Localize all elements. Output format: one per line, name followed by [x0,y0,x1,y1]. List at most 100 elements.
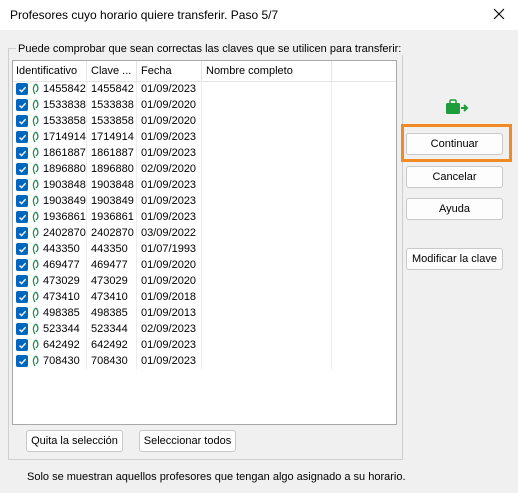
table-row[interactable]: 443350 443350 01/07/1993 [13,241,396,257]
table-row[interactable]: 1896880 1896880 02/09/2020 [13,161,396,177]
table-row[interactable]: 469477 469477 01/09/2020 [13,257,396,273]
column-header-nombre[interactable]: Nombre completo [202,61,332,81]
row-checkbox[interactable] [16,211,28,223]
cell-nombre [202,177,332,193]
table-row[interactable]: 473410 473410 01/09/2018 [13,289,396,305]
cell-identificativo: 1903848 [13,177,87,193]
cell-fecha: 02/09/2020 [137,161,202,177]
table-row[interactable]: 1903849 1903849 01/09/2023 [13,193,396,209]
row-checkbox[interactable] [16,83,28,95]
cell-fecha: 01/07/1993 [137,241,202,257]
row-checkbox[interactable] [16,323,28,335]
row-checkbox[interactable] [16,147,28,159]
identificativo-text: 1903848 [43,179,86,191]
cell-clave: 1714914 [87,129,137,145]
cell-fecha: 01/09/2020 [137,97,202,113]
leaf-icon [31,195,40,207]
row-checkbox[interactable] [16,339,28,351]
cell-fecha: 01/09/2018 [137,289,202,305]
cell-nombre [202,193,332,209]
row-checkbox[interactable] [16,355,28,367]
row-checkbox[interactable] [16,163,28,175]
row-checkbox[interactable] [16,259,28,271]
identificativo-text: 473029 [43,275,80,287]
cell-clave: 473410 [87,289,137,305]
cell-fecha: 01/09/2023 [137,145,202,161]
row-checkbox[interactable] [16,195,28,207]
cell-identificativo: 498385 [13,305,87,321]
cell-nombre [202,97,332,113]
column-header-identificativo[interactable]: Identificativo [13,61,87,81]
footer-note: Solo se muestran aquellos profesores que… [27,471,406,483]
identificativo-text: 708430 [43,355,80,367]
list-rows: 1455842 1455842 01/09/2023 1533838 1533838 01… [13,81,396,369]
cell-nombre [202,337,332,353]
table-row[interactable]: 523344 523344 02/09/2023 [13,321,396,337]
identificativo-text: 1533838 [43,99,86,111]
leaf-icon [31,339,40,351]
cell-identificativo: 708430 [13,353,87,369]
row-checkbox[interactable] [16,307,28,319]
table-row[interactable]: 708430 708430 01/09/2023 [13,353,396,369]
table-row[interactable]: 2402870 2402870 03/09/2022 [13,225,396,241]
leaf-icon [31,211,40,223]
close-icon[interactable] [490,5,508,23]
cell-clave: 1455842 [87,81,137,97]
cell-nombre [202,353,332,369]
column-header-fecha[interactable]: Fecha [137,61,202,81]
leaf-icon [31,307,40,319]
table-row[interactable]: 1714914 1714914 01/09/2023 [13,129,396,145]
identificativo-text: 473410 [43,291,80,303]
identificativo-text: 2402870 [43,227,86,239]
table-row[interactable]: 1455842 1455842 01/09/2023 [13,81,396,97]
table-row[interactable]: 1861887 1861887 01/09/2023 [13,145,396,161]
teachers-list[interactable]: Identificativo Clave ... Fecha Nombre co… [12,60,397,425]
row-checkbox[interactable] [16,243,28,255]
cell-nombre [202,81,332,97]
row-checkbox[interactable] [16,115,28,127]
cell-identificativo: 523344 [13,321,87,337]
cell-nombre [202,321,332,337]
row-checkbox[interactable] [16,99,28,111]
row-checkbox[interactable] [16,179,28,191]
cell-fecha: 01/09/2023 [137,177,202,193]
row-checkbox[interactable] [16,131,28,143]
modificar-clave-button[interactable]: Modificar la clave [406,248,503,270]
table-row[interactable]: 1936861 1936861 01/09/2023 [13,209,396,225]
table-row[interactable]: 642492 642492 01/09/2023 [13,337,396,353]
cell-nombre [202,145,332,161]
cell-nombre [202,129,332,145]
cell-nombre [202,273,332,289]
cell-fecha: 01/09/2020 [137,273,202,289]
cell-fecha: 01/09/2020 [137,257,202,273]
cell-nombre [202,113,332,129]
identificativo-text: 642492 [43,339,80,351]
table-row[interactable]: 473029 473029 01/09/2020 [13,273,396,289]
seleccionar-todos-button[interactable]: Seleccionar todos [139,430,236,452]
cell-fecha: 01/09/2023 [137,81,202,97]
leaf-icon [31,275,40,287]
window-title: Profesores cuyo horario quiere transferi… [10,8,279,22]
column-header-clave[interactable]: Clave ... [87,61,137,81]
cell-clave: 1936861 [87,209,137,225]
row-checkbox[interactable] [16,275,28,287]
row-checkbox[interactable] [16,227,28,239]
continuar-highlight [401,124,512,162]
identificativo-text: 1455842 [43,83,86,95]
cancelar-button[interactable]: Cancelar [406,166,503,188]
identificativo-text: 1861887 [43,147,86,159]
identificativo-text: 469477 [43,259,80,271]
table-row[interactable]: 1533838 1533838 01/09/2020 [13,97,396,113]
cell-identificativo: 1455842 [13,81,87,97]
ayuda-button[interactable]: Ayuda [406,198,503,220]
cell-identificativo: 1903849 [13,193,87,209]
leaf-icon [31,163,40,175]
row-checkbox[interactable] [16,291,28,303]
table-row[interactable]: 1533858 1533858 01/09/2020 [13,113,396,129]
table-row[interactable]: 1903848 1903848 01/09/2023 [13,177,396,193]
cell-identificativo: 1714914 [13,129,87,145]
leaf-icon [31,179,40,191]
quitar-seleccion-button[interactable]: Quita la selección [26,430,123,452]
cell-fecha: 02/09/2023 [137,321,202,337]
table-row[interactable]: 498385 498385 01/09/2013 [13,305,396,321]
